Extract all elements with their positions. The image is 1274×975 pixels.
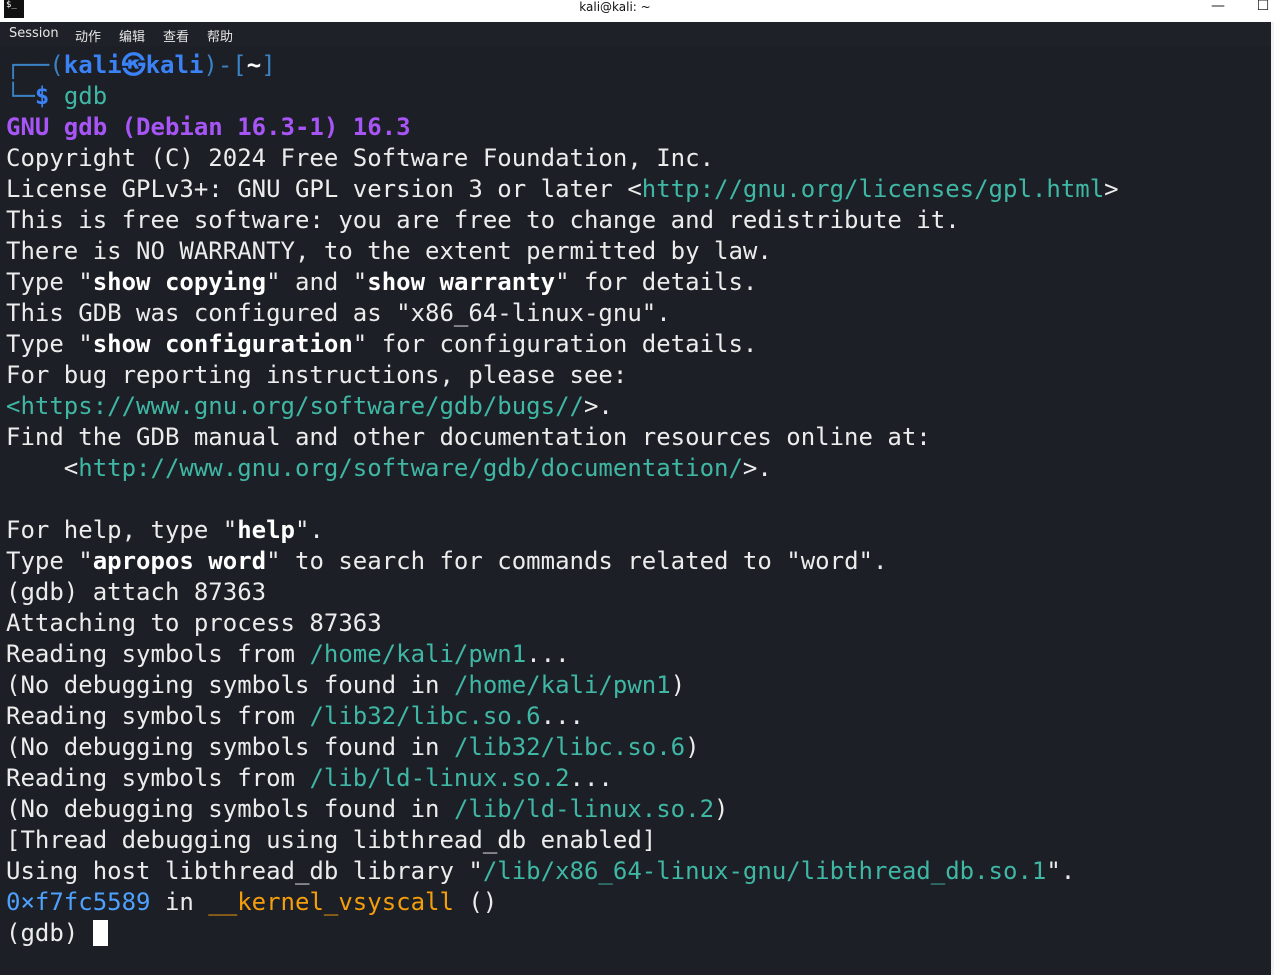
help-line: For help, type "help".	[6, 516, 324, 544]
menu-actions[interactable]: 动作	[75, 26, 101, 45]
prompt-line-1: ┌──(kali㉿kali)-[~]	[6, 51, 276, 79]
configured-line: This GDB was configured as "x86_64-linux…	[6, 299, 671, 327]
bugs-url-line: <https://www.gnu.org/software/gdb/bugs//…	[6, 392, 613, 420]
bugs-link[interactable]: https://www.gnu.org/software/gdb/bugs/	[20, 392, 569, 420]
show-copying-line: Type "show copying" and "show warranty" …	[6, 268, 758, 296]
window-title: kali@kali: ~	[579, 0, 651, 14]
no-debug-3: (No debugging symbols found in /lib/ld-l…	[6, 795, 729, 823]
prompt-line-2: └─$ gdb	[6, 82, 108, 110]
free-software-line: This is free software: you are free to c…	[6, 206, 960, 234]
copyright-line: Copyright (C) 2024 Free Software Foundat…	[6, 144, 715, 172]
license-link[interactable]: http://gnu.org/licenses/gpl.html	[642, 175, 1104, 203]
prompt-dir: ~	[246, 51, 262, 79]
text-cursor	[92, 920, 108, 946]
skull-icon: ㉿	[121, 51, 146, 79]
menu-view[interactable]: 查看	[163, 26, 189, 45]
attaching-line: Attaching to process 87363	[6, 609, 382, 637]
show-configuration-line: Type "show configuration" for configurat…	[6, 330, 758, 358]
minimize-button[interactable]: —	[1203, 0, 1233, 18]
function-name: __kernel_vsyscall	[208, 888, 454, 916]
address: 0×f7fc5589	[6, 888, 151, 916]
menu-session[interactable]: Session	[9, 26, 59, 41]
thread-debug-line: [Thread debugging using libthread_db ena…	[6, 826, 657, 854]
doc-url-line: <http://www.gnu.org/software/gdb/documen…	[6, 454, 772, 482]
gdb-banner: GNU gdb (Debian 16.3-1) 16.3	[6, 113, 411, 141]
reading-symbols-1: Reading symbols from /home/kali/pwn1...	[6, 640, 570, 668]
reading-symbols-3: Reading symbols from /lib/ld-linux.so.2.…	[6, 764, 613, 792]
manual-line: Find the GDB manual and other documentat…	[6, 423, 931, 451]
title-bar: $_ kali@kali: ~ — ☐	[0, 0, 1274, 22]
terminal-area[interactable]: ┌──(kali㉿kali)-[~] └─$ gdb GNU gdb (Debi…	[0, 46, 1271, 975]
prompt-host: kali	[145, 51, 204, 79]
license-line: License GPLv3+: GNU GPL version 3 or lat…	[6, 175, 1119, 203]
reading-symbols-2: Reading symbols from /lib32/libc.so.6...	[6, 702, 584, 730]
warranty-line: There is NO WARRANTY, to the extent perm…	[6, 237, 772, 265]
no-debug-1: (No debugging symbols found in /home/kal…	[6, 671, 686, 699]
attach-command: (gdb) attach 87363	[6, 578, 267, 606]
menu-help[interactable]: 帮助	[207, 26, 233, 45]
menu-bar: Session 动作 编辑 查看 帮助	[0, 22, 1271, 46]
menu-edit[interactable]: 编辑	[119, 26, 145, 45]
host-library-line: Using host libthread_db library "/lib/x8…	[6, 857, 1076, 885]
frame-line: 0×f7fc5589 in __kernel_vsyscall ()	[6, 888, 498, 916]
apropos-line: Type "apropos word" to search for comman…	[6, 547, 888, 575]
bug-report-line: For bug reporting instructions, please s…	[6, 361, 628, 389]
doc-link[interactable]: http://www.gnu.org/software/gdb/document…	[78, 454, 743, 482]
no-debug-2: (No debugging symbols found in /lib32/li…	[6, 733, 700, 761]
maximize-button[interactable]: ☐	[1248, 0, 1274, 18]
gdb-prompt[interactable]: (gdb)	[6, 918, 108, 949]
command-text: gdb	[63, 82, 108, 110]
prompt-user: kali	[63, 51, 122, 79]
